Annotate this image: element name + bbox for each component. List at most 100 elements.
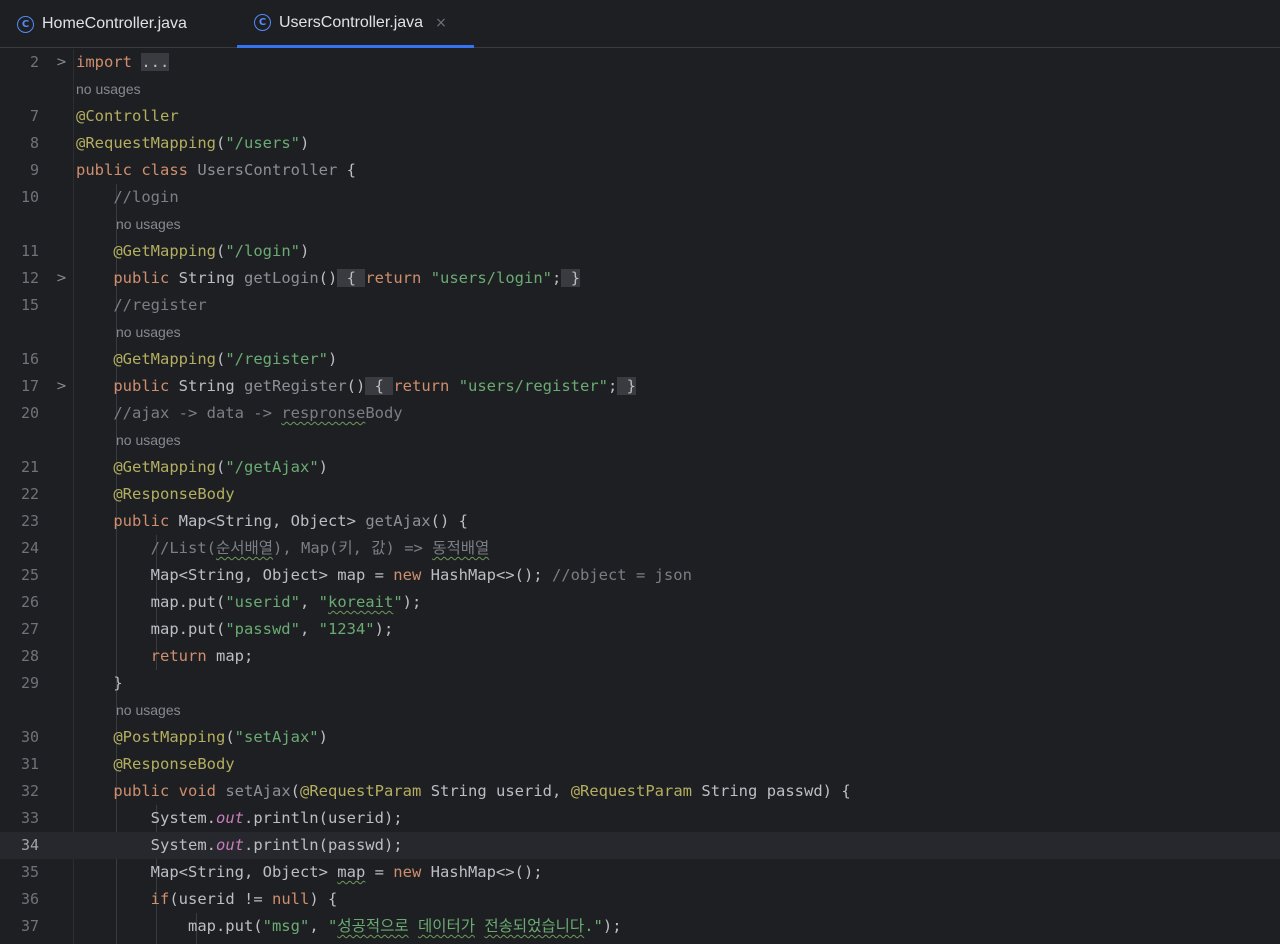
code-token: "/getAjax" (225, 458, 319, 476)
code-string-typo: 전송되었습니다 (484, 917, 585, 935)
code-token: map.put( (150, 593, 226, 611)
folded-imports[interactable]: ... (141, 53, 170, 71)
code-token: map (337, 863, 366, 881)
line-number: 31 (20, 755, 39, 773)
code-line[interactable]: 31 @ResponseBody (0, 751, 1280, 778)
code-line[interactable]: 11 @GetMapping("/login") (0, 238, 1280, 265)
code-line[interactable]: 12 > public String getLogin() { return "… (0, 265, 1280, 292)
line-number: 27 (20, 620, 39, 638)
usage-hint[interactable]: no usages (116, 697, 181, 724)
code-comment: //login (113, 188, 179, 206)
usage-hint[interactable]: no usages (116, 319, 181, 346)
code-line[interactable]: 36 if(userid != null) { (0, 886, 1280, 913)
class-icon: C (254, 14, 271, 31)
code-line[interactable]: 22 @ResponseBody (0, 481, 1280, 508)
code-comment: //object = json (551, 566, 692, 584)
line-number: 21 (20, 458, 39, 476)
usage-hint[interactable]: no usages (76, 76, 141, 103)
chevron-right-icon[interactable]: > (56, 265, 68, 292)
code-token: @ResponseBody (113, 485, 235, 503)
line-number: 34 (20, 836, 39, 854)
code-line[interactable]: 26 map.put("userid", "koreait"); (0, 589, 1280, 616)
code-token: @RequestParam (300, 782, 422, 800)
line-number: 32 (20, 782, 39, 800)
code-line[interactable]: 9 public class UsersController { (0, 157, 1280, 184)
line-number: 28 (20, 647, 39, 665)
code-token: .println(passwd); (243, 836, 403, 854)
code-token: out (215, 809, 244, 827)
code-token: Map<String, Object> (178, 512, 366, 530)
line-number: 24 (20, 539, 39, 557)
line-number: 36 (20, 890, 39, 908)
usage-hint[interactable]: no usages (116, 427, 181, 454)
code-comment-typo: 동적배열 (432, 539, 490, 557)
code-token: System. (150, 836, 216, 854)
code-line[interactable]: 32 public void setAjax(@RequestParam Str… (0, 778, 1280, 805)
code-token: return (393, 377, 450, 395)
code-line[interactable]: 37 map.put("msg", "성공적으로 데이터가 전송되었습니다.")… (0, 913, 1280, 940)
code-token: map; (206, 647, 254, 665)
chevron-right-icon[interactable]: > (56, 49, 68, 76)
code-token: "/login" (225, 242, 300, 260)
tab-users-controller[interactable]: C UsersController.java × (237, 0, 474, 48)
line-number: 23 (20, 512, 39, 530)
chevron-right-icon[interactable]: > (56, 373, 68, 400)
code-line[interactable]: 35 Map<String, Object> map = new HashMap… (0, 859, 1280, 886)
code-token: "users/register" (458, 377, 608, 395)
code-line[interactable]: 20 //ajax -> data -> respronseBody (0, 400, 1280, 427)
code-token: out (215, 836, 244, 854)
usage-hint-line: no usages (0, 211, 1280, 238)
line-number: 22 (20, 485, 39, 503)
code-token: @RequestParam (570, 782, 693, 800)
code-comment: Body (365, 404, 403, 422)
code-line[interactable]: 29 } (0, 670, 1280, 697)
code-token: new (393, 566, 422, 584)
line-number: 26 (20, 593, 39, 611)
usage-hint-line: no usages (0, 697, 1280, 724)
code-token: getAjax (365, 512, 431, 530)
code-line[interactable]: 30 @PostMapping("setAjax") (0, 724, 1280, 751)
code-token: @Controller (76, 107, 179, 125)
code-line[interactable]: 27 map.put("passwd", "1234"); (0, 616, 1280, 643)
code-token: String (178, 377, 235, 395)
code-line-current[interactable]: 34 System.out.println(passwd); (0, 832, 1280, 859)
code-line[interactable]: 16 @GetMapping("/register") (0, 346, 1280, 373)
editor-tab-bar: C HomeController.java C UsersController.… (0, 0, 1280, 48)
code-line[interactable]: 7 @Controller (0, 103, 1280, 130)
close-icon[interactable]: × (435, 15, 447, 31)
code-line[interactable]: 33 System.out.println(userid); (0, 805, 1280, 832)
code-token: return (150, 647, 207, 665)
tab-home-controller[interactable]: C HomeController.java (0, 0, 225, 48)
code-token: getLogin (244, 269, 319, 287)
line-number: 11 (20, 242, 39, 260)
code-token: "/register" (225, 350, 328, 368)
code-line[interactable]: 8 @RequestMapping("/users") (0, 130, 1280, 157)
code-comment: ), Map(키, 값) => (273, 539, 433, 557)
code-line[interactable]: 10 //login (0, 184, 1280, 211)
code-line[interactable]: 17 > public String getRegister() { retur… (0, 373, 1280, 400)
code-token: " (327, 917, 338, 935)
code-line[interactable]: 28 return map; (0, 643, 1280, 670)
line-number: 20 (20, 404, 39, 422)
code-line[interactable]: 23 public Map<String, Object> getAjax() … (0, 508, 1280, 535)
code-token: Map<String, Object> map = (150, 566, 394, 584)
line-number: 10 (20, 188, 39, 206)
code-line[interactable]: 2 > import ... (0, 49, 1280, 76)
usage-hint-line: no usages (0, 427, 1280, 454)
tab-label: UsersController.java (279, 13, 424, 31)
code-token: "1234" (318, 620, 375, 638)
code-token: map.put( (187, 917, 263, 935)
code-token: @PostMapping (113, 728, 226, 746)
code-token: .println(userid); (243, 809, 403, 827)
code-line[interactable]: 15 //register (0, 292, 1280, 319)
code-token: new (393, 863, 422, 881)
code-line[interactable]: 21 @GetMapping("/getAjax") (0, 454, 1280, 481)
code-line[interactable]: 24 //List(순서배열), Map(키, 값) => 동적배열 (0, 535, 1280, 562)
code-token: @GetMapping (113, 350, 216, 368)
line-number: 12 (20, 269, 39, 287)
code-token: "msg" (262, 917, 310, 935)
code-token: "passwd" (225, 620, 300, 638)
code-line[interactable]: 25 Map<String, Object> map = new HashMap… (0, 562, 1280, 589)
code-token: if (150, 890, 170, 908)
usage-hint[interactable]: no usages (116, 211, 181, 238)
